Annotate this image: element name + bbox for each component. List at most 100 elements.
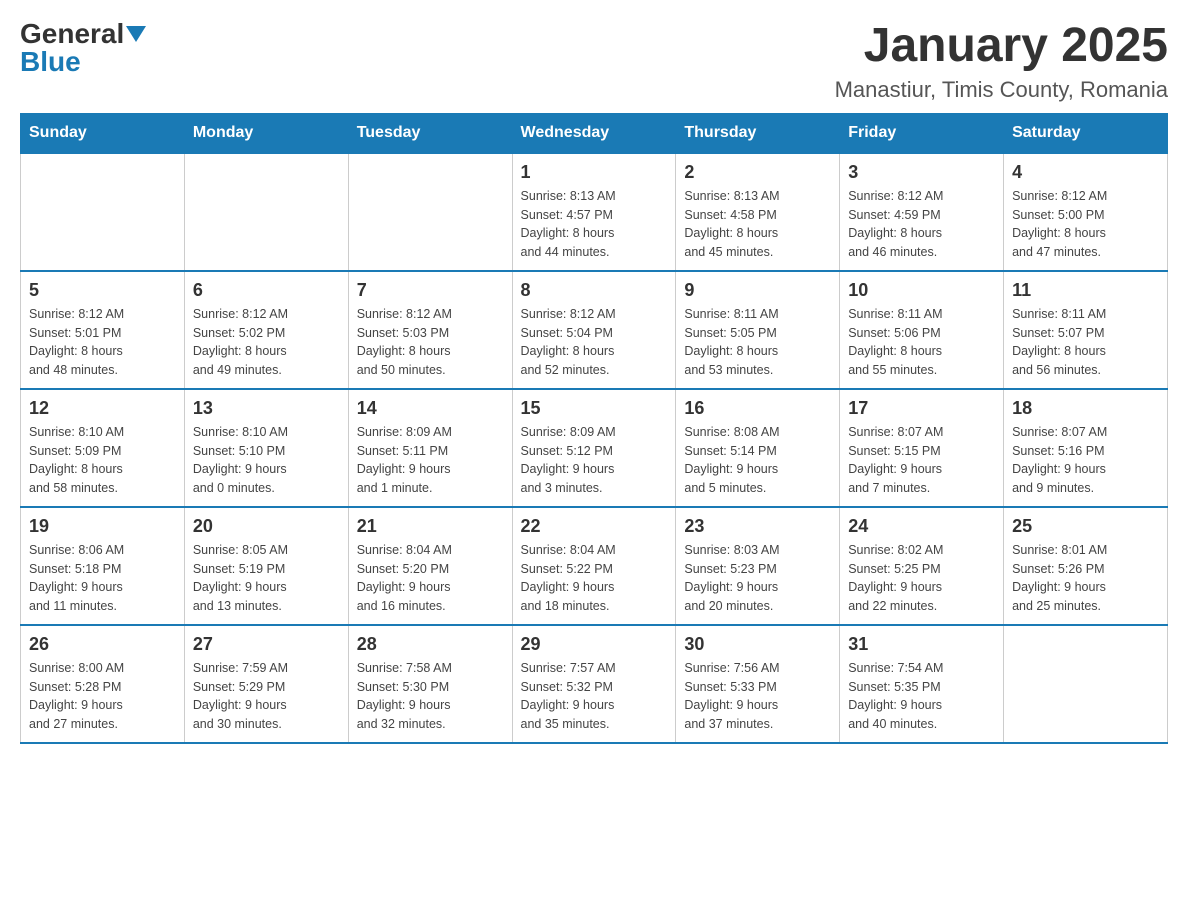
day-info: Sunrise: 8:13 AMSunset: 4:58 PMDaylight:… bbox=[684, 187, 831, 262]
title-section: January 2025 Manastiur, Timis County, Ro… bbox=[835, 20, 1168, 103]
day-info: Sunrise: 8:04 AMSunset: 5:22 PMDaylight:… bbox=[521, 541, 668, 616]
calendar-cell: 20Sunrise: 8:05 AMSunset: 5:19 PMDayligh… bbox=[184, 507, 348, 625]
day-number: 31 bbox=[848, 634, 995, 655]
calendar-cell: 9 Sunrise: 8:11 AMSunset: 5:05 PMDaylight… bbox=[676, 271, 840, 389]
weekday-header-thursday: Thursday bbox=[676, 113, 840, 153]
day-number: 15 bbox=[521, 398, 668, 419]
calendar-cell: 25 Sunrise: 8:01 AMSunset: 5:26 PMDayligh… bbox=[1004, 507, 1168, 625]
weekday-header-friday: Friday bbox=[840, 113, 1004, 153]
day-number: 18 bbox=[1012, 398, 1159, 419]
day-info: Sunrise: 8:12 AMSunset: 5:00 PMDaylight:… bbox=[1012, 187, 1159, 262]
calendar-cell: 15 Sunrise: 8:09 AMSunset: 5:12 PMDayligh… bbox=[512, 389, 676, 507]
day-info: Sunrise: 8:12 AMSunset: 5:03 PMDaylight:… bbox=[357, 305, 504, 380]
calendar-cell: 18 Sunrise: 8:07 AMSunset: 5:16 PMDayligh… bbox=[1004, 389, 1168, 507]
day-info: Sunrise: 8:04 AMSunset: 5:20 PMDaylight:… bbox=[357, 541, 504, 616]
day-number: 24 bbox=[848, 516, 995, 537]
day-number: 9 bbox=[684, 280, 831, 301]
day-number: 25 bbox=[1012, 516, 1159, 537]
calendar-cell: 28 Sunrise: 7:58 AMSunset: 5:30 PMDayligh… bbox=[348, 625, 512, 743]
calendar-cell: 30 Sunrise: 7:56 AMSunset: 5:33 PMDayligh… bbox=[676, 625, 840, 743]
day-info: Sunrise: 8:11 AMSunset: 5:06 PMDaylight:… bbox=[848, 305, 995, 380]
day-info: Sunrise: 8:09 AMSunset: 5:12 PMDaylight:… bbox=[521, 423, 668, 498]
calendar-table: SundayMondayTuesdayWednesdayThursdayFrid… bbox=[20, 113, 1168, 744]
logo-general-text: General bbox=[20, 20, 124, 48]
calendar-cell: 6 Sunrise: 8:12 AMSunset: 5:02 PMDaylight… bbox=[184, 271, 348, 389]
day-number: 13 bbox=[193, 398, 340, 419]
day-number: 30 bbox=[684, 634, 831, 655]
calendar-cell: 7 Sunrise: 8:12 AMSunset: 5:03 PMDaylight… bbox=[348, 271, 512, 389]
calendar-cell bbox=[348, 153, 512, 271]
weekday-header-saturday: Saturday bbox=[1004, 113, 1168, 153]
location-title: Manastiur, Timis County, Romania bbox=[835, 77, 1168, 103]
calendar-week-row: 1Sunrise: 8:13 AMSunset: 4:57 PMDaylight… bbox=[21, 153, 1168, 271]
day-number: 21 bbox=[357, 516, 504, 537]
day-info: Sunrise: 8:02 AMSunset: 5:25 PMDaylight:… bbox=[848, 541, 995, 616]
calendar-week-row: 26Sunrise: 8:00 AMSunset: 5:28 PMDayligh… bbox=[21, 625, 1168, 743]
day-info: Sunrise: 7:58 AMSunset: 5:30 PMDaylight:… bbox=[357, 659, 504, 734]
day-info: Sunrise: 8:12 AMSunset: 4:59 PMDaylight:… bbox=[848, 187, 995, 262]
day-info: Sunrise: 7:59 AMSunset: 5:29 PMDaylight:… bbox=[193, 659, 340, 734]
calendar-cell: 26Sunrise: 8:00 AMSunset: 5:28 PMDayligh… bbox=[21, 625, 185, 743]
calendar-cell: 27Sunrise: 7:59 AMSunset: 5:29 PMDayligh… bbox=[184, 625, 348, 743]
calendar-cell: 3 Sunrise: 8:12 AMSunset: 4:59 PMDaylight… bbox=[840, 153, 1004, 271]
calendar-week-row: 5Sunrise: 8:12 AMSunset: 5:01 PMDaylight… bbox=[21, 271, 1168, 389]
weekday-header-wednesday: Wednesday bbox=[512, 113, 676, 153]
calendar-cell: 23Sunrise: 8:03 AMSunset: 5:23 PMDayligh… bbox=[676, 507, 840, 625]
calendar-cell: 14 Sunrise: 8:09 AMSunset: 5:11 PMDayligh… bbox=[348, 389, 512, 507]
day-number: 12 bbox=[29, 398, 176, 419]
logo-blue-text: Blue bbox=[20, 48, 81, 76]
calendar-cell: 11 Sunrise: 8:11 AMSunset: 5:07 PMDayligh… bbox=[1004, 271, 1168, 389]
day-number: 1 bbox=[521, 162, 668, 183]
day-number: 10 bbox=[848, 280, 995, 301]
day-info: Sunrise: 8:10 AMSunset: 5:09 PMDaylight:… bbox=[29, 423, 176, 498]
calendar-cell: 29 Sunrise: 7:57 AMSunset: 5:32 PMDayligh… bbox=[512, 625, 676, 743]
calendar-cell: 12 Sunrise: 8:10 AMSunset: 5:09 PMDayligh… bbox=[21, 389, 185, 507]
calendar-cell: 22 Sunrise: 8:04 AMSunset: 5:22 PMDayligh… bbox=[512, 507, 676, 625]
month-title: January 2025 bbox=[835, 20, 1168, 73]
day-number: 3 bbox=[848, 162, 995, 183]
day-number: 28 bbox=[357, 634, 504, 655]
day-number: 11 bbox=[1012, 280, 1159, 301]
calendar-cell bbox=[1004, 625, 1168, 743]
logo-triangle-icon bbox=[126, 26, 146, 42]
day-info: Sunrise: 8:03 AMSunset: 5:23 PMDaylight:… bbox=[684, 541, 831, 616]
calendar-cell: 16Sunrise: 8:08 AMSunset: 5:14 PMDayligh… bbox=[676, 389, 840, 507]
day-number: 22 bbox=[521, 516, 668, 537]
day-info: Sunrise: 7:56 AMSunset: 5:33 PMDaylight:… bbox=[684, 659, 831, 734]
calendar-cell: 8Sunrise: 8:12 AMSunset: 5:04 PMDaylight… bbox=[512, 271, 676, 389]
calendar-cell: 21 Sunrise: 8:04 AMSunset: 5:20 PMDayligh… bbox=[348, 507, 512, 625]
day-info: Sunrise: 8:07 AMSunset: 5:16 PMDaylight:… bbox=[1012, 423, 1159, 498]
day-number: 8 bbox=[521, 280, 668, 301]
day-info: Sunrise: 8:11 AMSunset: 5:05 PMDaylight:… bbox=[684, 305, 831, 380]
calendar-cell: 19Sunrise: 8:06 AMSunset: 5:18 PMDayligh… bbox=[21, 507, 185, 625]
day-info: Sunrise: 8:07 AMSunset: 5:15 PMDaylight:… bbox=[848, 423, 995, 498]
calendar-cell: 17 Sunrise: 8:07 AMSunset: 5:15 PMDayligh… bbox=[840, 389, 1004, 507]
calendar-cell: 1Sunrise: 8:13 AMSunset: 4:57 PMDaylight… bbox=[512, 153, 676, 271]
day-number: 4 bbox=[1012, 162, 1159, 183]
day-info: Sunrise: 8:12 AMSunset: 5:02 PMDaylight:… bbox=[193, 305, 340, 380]
day-info: Sunrise: 8:01 AMSunset: 5:26 PMDaylight:… bbox=[1012, 541, 1159, 616]
calendar-week-row: 12 Sunrise: 8:10 AMSunset: 5:09 PMDayligh… bbox=[21, 389, 1168, 507]
day-number: 29 bbox=[521, 634, 668, 655]
weekday-header-row: SundayMondayTuesdayWednesdayThursdayFrid… bbox=[21, 113, 1168, 153]
weekday-header-tuesday: Tuesday bbox=[348, 113, 512, 153]
day-info: Sunrise: 8:08 AMSunset: 5:14 PMDaylight:… bbox=[684, 423, 831, 498]
day-info: Sunrise: 7:54 AMSunset: 5:35 PMDaylight:… bbox=[848, 659, 995, 734]
day-number: 6 bbox=[193, 280, 340, 301]
day-number: 7 bbox=[357, 280, 504, 301]
day-number: 17 bbox=[848, 398, 995, 419]
day-info: Sunrise: 8:10 AMSunset: 5:10 PMDaylight:… bbox=[193, 423, 340, 498]
day-info: Sunrise: 8:11 AMSunset: 5:07 PMDaylight:… bbox=[1012, 305, 1159, 380]
day-info: Sunrise: 8:06 AMSunset: 5:18 PMDaylight:… bbox=[29, 541, 176, 616]
day-number: 14 bbox=[357, 398, 504, 419]
day-number: 5 bbox=[29, 280, 176, 301]
day-number: 20 bbox=[193, 516, 340, 537]
calendar-cell: 31 Sunrise: 7:54 AMSunset: 5:35 PMDayligh… bbox=[840, 625, 1004, 743]
day-info: Sunrise: 8:09 AMSunset: 5:11 PMDaylight:… bbox=[357, 423, 504, 498]
day-info: Sunrise: 7:57 AMSunset: 5:32 PMDaylight:… bbox=[521, 659, 668, 734]
calendar-cell bbox=[21, 153, 185, 271]
weekday-header-monday: Monday bbox=[184, 113, 348, 153]
calendar-cell: 24 Sunrise: 8:02 AMSunset: 5:25 PMDayligh… bbox=[840, 507, 1004, 625]
page-header: General Blue January 2025 Manastiur, Tim… bbox=[20, 20, 1168, 103]
calendar-week-row: 19Sunrise: 8:06 AMSunset: 5:18 PMDayligh… bbox=[21, 507, 1168, 625]
